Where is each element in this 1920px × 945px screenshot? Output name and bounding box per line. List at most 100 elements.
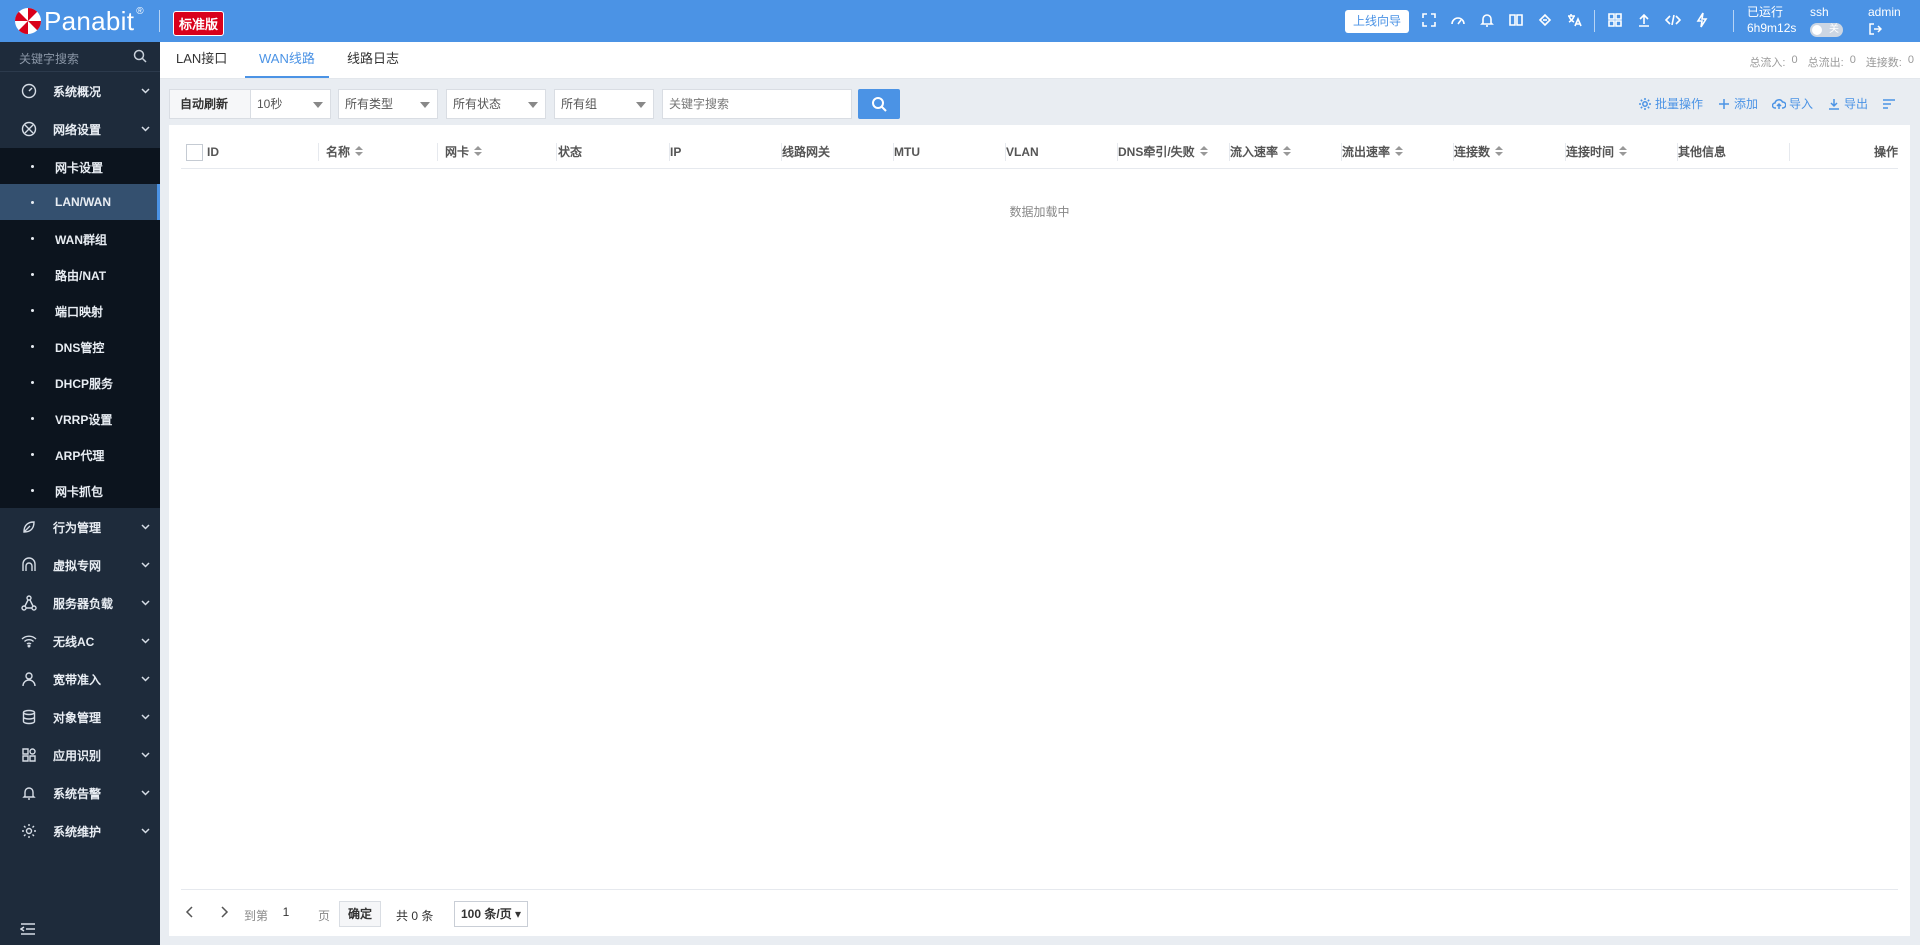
bullet <box>31 273 34 276</box>
refresh-interval-select[interactable]: 10秒 <box>250 89 331 119</box>
sidebar-item-app-recognition[interactable]: 应用识别 <box>0 736 160 774</box>
subitem-label: WAN群组 <box>55 233 107 247</box>
column-name[interactable]: 名称 <box>326 135 438 169</box>
column-connect-time[interactable]: 连接时间 <box>1566 135 1678 169</box>
sort-icon[interactable] <box>355 145 364 158</box>
column-outbound-rate[interactable]: 流出速率 <box>1342 135 1454 169</box>
ssh-toggle[interactable]: 关 <box>1810 23 1843 37</box>
sidebar-subitem-capture[interactable]: 网卡抓包 <box>0 472 160 508</box>
runtime-value: 6h9m12s <box>1747 21 1797 35</box>
search-button[interactable] <box>858 89 900 119</box>
logo[interactable]: Panabit ® <box>14 6 144 36</box>
sidebar-item-server-load[interactable]: 服务器负载 <box>0 584 160 622</box>
caret-down-icon <box>420 102 430 108</box>
status-filter-select[interactable]: 所有状态 <box>446 89 546 119</box>
sidebar-item-vpn[interactable]: 虚拟专网 <box>0 546 160 584</box>
sort-icon[interactable] <box>1395 145 1404 158</box>
dashboard-icon[interactable] <box>1449 10 1467 30</box>
sort-icon[interactable] <box>1495 145 1504 158</box>
tab-lan-interface[interactable]: LAN接口 <box>176 42 227 78</box>
column-inbound-rate[interactable]: 流入速率 <box>1230 135 1342 169</box>
sidebar-search-input[interactable]: 关键字搜索 <box>19 50 79 67</box>
sidebar-search[interactable]: 关键字搜索 <box>0 42 160 72</box>
column-dns-steer-fail[interactable]: DNS牵引/失败 <box>1118 135 1230 169</box>
page-number-input[interactable]: 1 <box>267 899 305 925</box>
import-button[interactable]: 导入 <box>1771 95 1813 112</box>
sidebar-subitem-dns[interactable]: DNS管控 <box>0 328 160 364</box>
column-separator <box>1789 143 1790 161</box>
sidebar-subitem-vrrp[interactable]: VRRP设置 <box>0 400 160 436</box>
sort-icon[interactable] <box>1199 145 1208 158</box>
bullet <box>31 417 34 420</box>
sidebar-subitem-port-mapping[interactable]: 端口映射 <box>0 292 160 328</box>
column-nic[interactable]: 网卡 <box>445 135 557 169</box>
sidebar-item-system-overview[interactable]: 系统概况 <box>0 72 160 110</box>
sidebar-item-object-management[interactable]: 对象管理 <box>0 698 160 736</box>
sidebar-subitem-wan-group[interactable]: WAN群组 <box>0 220 160 256</box>
sidebar-item-wireless-ac[interactable]: 无线AC <box>0 622 160 660</box>
book-icon[interactable] <box>1507 10 1525 30</box>
auto-refresh-button[interactable]: 自动刷新 <box>169 89 251 119</box>
sidebar-item-system-alarm[interactable]: 系统告警 <box>0 774 160 812</box>
sidebar-item-behavior[interactable]: 行为管理 <box>0 508 160 546</box>
caret-down-icon <box>313 102 323 108</box>
sort-icon[interactable] <box>1619 145 1628 158</box>
setup-wizard-button[interactable]: 上线向导 <box>1345 10 1410 33</box>
column-id[interactable]: ID <box>207 135 319 169</box>
gear-icon <box>1638 97 1651 110</box>
add-button[interactable]: 添加 <box>1717 95 1758 112</box>
select-all-checkbox[interactable] <box>186 144 203 161</box>
confirm-page-button[interactable]: 确定 <box>339 901 382 927</box>
total-in-value: 0 <box>1791 54 1798 66</box>
sidebar-subitem-nic[interactable]: 网卡设置 <box>0 148 160 184</box>
username[interactable]: admin <box>1868 4 1901 20</box>
lightning-icon[interactable] <box>1693 10 1711 30</box>
import-label: 导入 <box>1788 97 1813 111</box>
sidebar-subitem-route-nat[interactable]: 路由/NAT <box>0 256 160 292</box>
tab-wan-line[interactable]: WAN线路 <box>245 42 329 78</box>
column-settings-button[interactable] <box>1882 97 1896 111</box>
search-icon[interactable] <box>133 49 147 63</box>
code-icon[interactable] <box>1664 10 1682 30</box>
chevron-left-icon[interactable] <box>185 905 195 919</box>
upload-icon[interactable] <box>1635 10 1653 30</box>
tab-line-log[interactable]: 线路日志 <box>347 42 399 78</box>
sort-icon[interactable] <box>474 145 483 158</box>
sidebar-subitem-lan-wan[interactable]: LAN/WAN <box>0 184 160 220</box>
sidebar-subitem-dhcp[interactable]: DHCP服务 <box>0 364 160 400</box>
group-filter-select[interactable]: 所有组 <box>554 89 654 119</box>
chevron-down-icon <box>141 828 150 834</box>
keyword-search-input[interactable]: 关键字搜索 <box>662 89 852 119</box>
sidebar-item-label: 系统概况 <box>53 84 102 99</box>
fullscreen-icon[interactable] <box>1420 10 1438 30</box>
column-gateway[interactable]: 线路网关 <box>782 135 894 169</box>
chevron-up-icon <box>141 126 150 132</box>
divider <box>159 10 160 32</box>
bullet <box>31 201 34 204</box>
apps-icon[interactable] <box>1606 10 1624 30</box>
export-button[interactable]: 导出 <box>1827 95 1868 112</box>
column-label: ID <box>207 145 219 159</box>
sort-icon[interactable] <box>1283 145 1292 158</box>
column-vlan[interactable]: VLAN <box>1006 135 1118 169</box>
column-connections[interactable]: 连接数 <box>1454 135 1566 169</box>
sidebar-item-system-maintenance[interactable]: 系统维护 <box>0 812 160 850</box>
page-size-select[interactable]: 100 条/页 ▾ <box>454 901 529 927</box>
divider <box>1733 10 1734 32</box>
collapse-menu-icon[interactable] <box>20 922 36 936</box>
sidebar-item-broadband-access[interactable]: 宽带准入 <box>0 660 160 698</box>
type-filter-select[interactable]: 所有类型 <box>338 89 438 119</box>
column-ip[interactable]: IP <box>670 135 782 169</box>
sidebar-subitem-arp[interactable]: ARP代理 <box>0 436 160 472</box>
batch-operation-button[interactable]: 批量操作 <box>1638 95 1703 112</box>
column-mtu[interactable]: MTU <box>894 135 1006 169</box>
thumbs-icon[interactable] <box>1536 10 1554 30</box>
column-operations: 操作 <box>1791 135 1898 169</box>
chevron-right-icon[interactable] <box>219 905 229 919</box>
column-other-info[interactable]: 其他信息 <box>1678 135 1790 169</box>
logout-icon[interactable] <box>1868 22 1882 36</box>
translate-icon[interactable] <box>1565 10 1583 30</box>
bell-icon[interactable] <box>1478 10 1496 30</box>
column-status[interactable]: 状态 <box>558 135 670 169</box>
sidebar-item-network-settings[interactable]: 网络设置 <box>0 110 160 148</box>
